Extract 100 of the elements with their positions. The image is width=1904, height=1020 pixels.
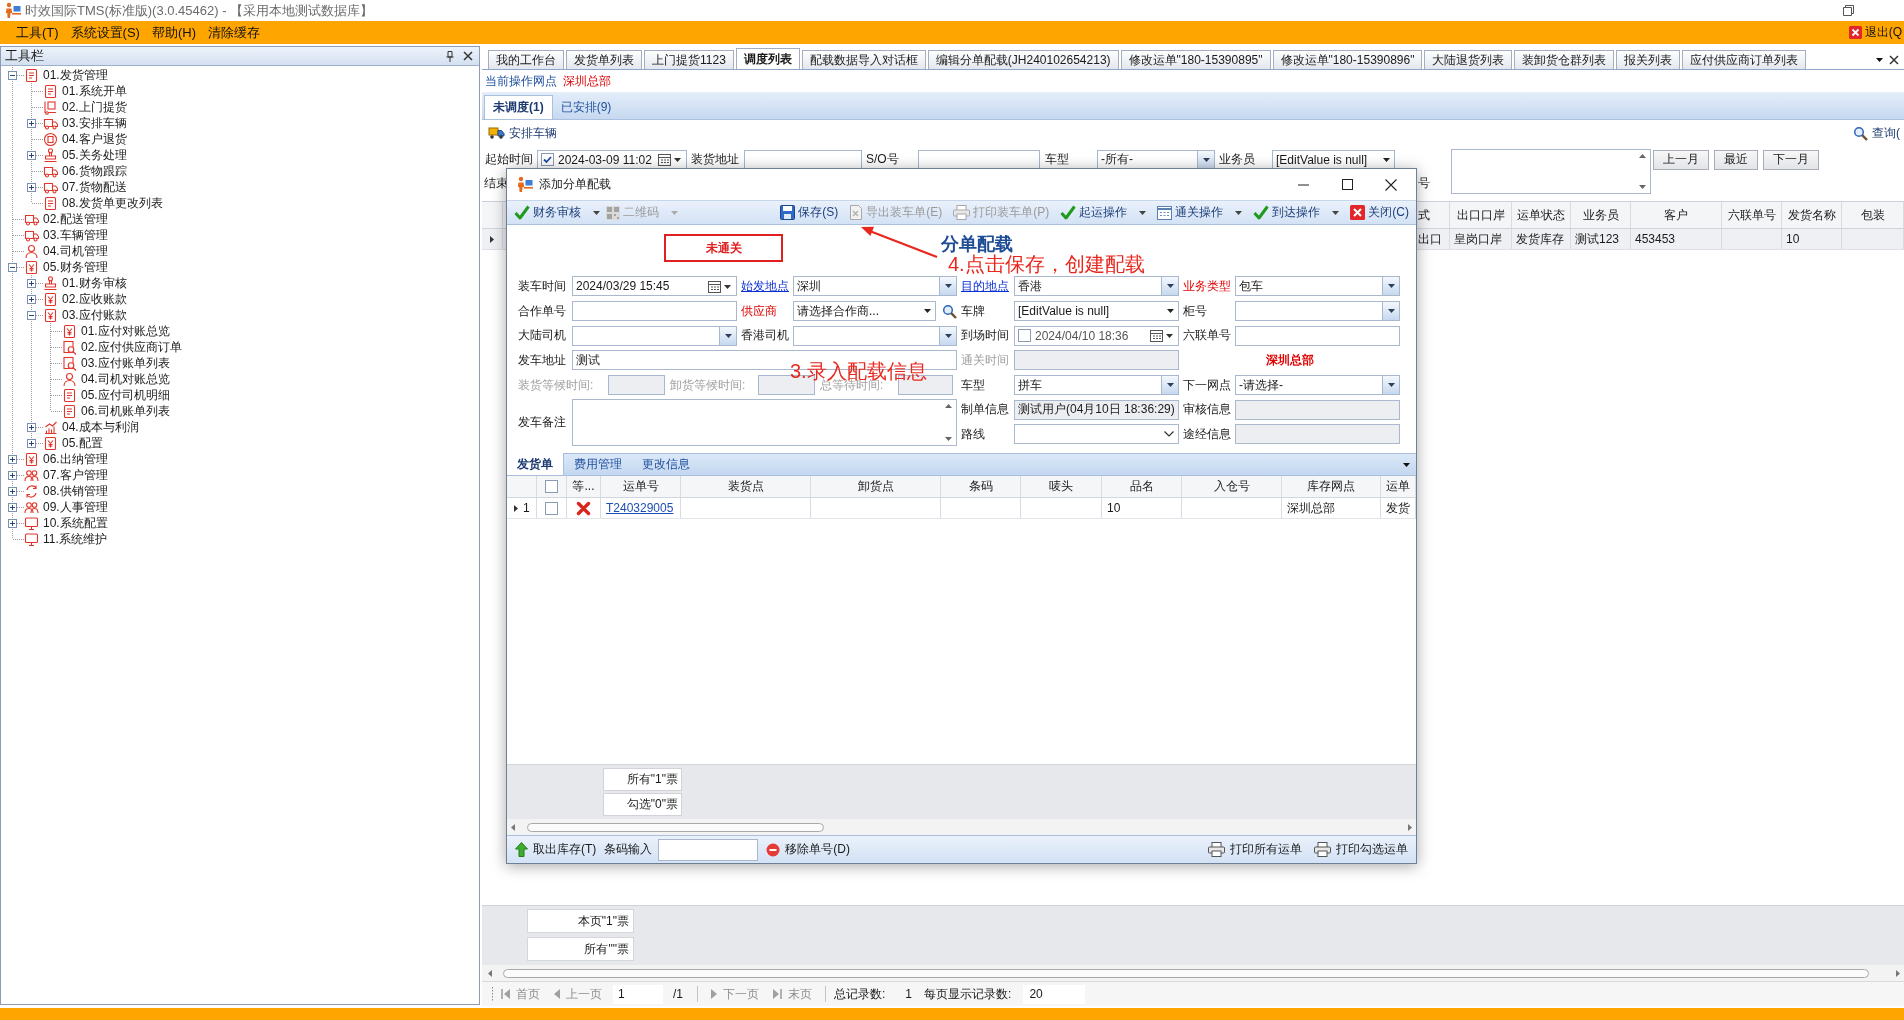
tree-item[interactable]: 09.人事管理: [43, 498, 108, 516]
tab[interactable]: 修改运单"180-15390896": [1272, 50, 1423, 69]
column-header[interactable]: 入仓号: [1182, 476, 1282, 497]
close-icon[interactable]: [463, 51, 473, 61]
expand-icon[interactable]: [8, 502, 17, 512]
memo-field[interactable]: [1451, 149, 1651, 194]
caret-icon[interactable]: [1167, 309, 1174, 314]
tree-item[interactable]: 02.配送管理: [43, 210, 108, 228]
tree-item[interactable]: 11.系统维护: [43, 530, 107, 548]
caret-icon[interactable]: [1403, 462, 1410, 467]
tree-item[interactable]: 02.应付供应商订单: [81, 338, 182, 356]
menu-item[interactable]: 帮助(H): [145, 21, 202, 44]
tree-item[interactable]: 04.成本与利润: [62, 418, 139, 436]
text-field[interactable]: [1235, 399, 1400, 420]
column-header[interactable]: 包装: [1842, 202, 1904, 228]
menu-item[interactable]: 工具(T): [10, 21, 65, 44]
expand-icon[interactable]: [27, 278, 36, 288]
expand-icon[interactable]: [8, 486, 17, 496]
close-icon[interactable]: [1889, 54, 1899, 65]
collapse-icon[interactable]: [27, 310, 36, 320]
date-field[interactable]: 2024/04/10 18:36: [1014, 325, 1179, 346]
scroll-left-icon[interactable]: [511, 823, 515, 831]
expand-icon[interactable]: [8, 470, 17, 480]
scroll-up-icon[interactable]: [1638, 154, 1646, 158]
tree-item[interactable]: 05.应付司机明细: [81, 386, 170, 404]
tab[interactable]: 调度列表: [735, 48, 800, 69]
column-header[interactable]: 卸货点: [811, 476, 941, 497]
caret-icon[interactable]: [1139, 210, 1147, 215]
tree-item[interactable]: 03.车辆管理: [43, 226, 108, 244]
tab[interactable]: 上门提货1123: [644, 50, 734, 69]
column-header[interactable]: 库存网点: [1282, 476, 1381, 497]
tab[interactable]: 发货单: [507, 453, 564, 475]
expand-icon[interactable]: [8, 454, 17, 464]
tab[interactable]: 编辑分单配载(JH240102654213): [927, 50, 1119, 69]
tab[interactable]: 大陆退货列表: [1424, 50, 1513, 69]
menu-item[interactable]: 系统设置(S): [64, 21, 146, 44]
memo-field[interactable]: [572, 398, 957, 446]
exit-button[interactable]: 退出(Q: [1844, 21, 1904, 44]
text-field[interactable]: [918, 149, 1040, 170]
column-header[interactable]: 六联单号: [1722, 202, 1782, 228]
collapse-icon[interactable]: [8, 262, 17, 272]
scroll-left-icon[interactable]: [488, 969, 492, 977]
column-header[interactable]: 条码: [941, 476, 1021, 497]
arrange-vehicle-button[interactable]: 安排车辆: [486, 122, 559, 144]
pin-icon[interactable]: [446, 50, 454, 62]
caret-icon[interactable]: [924, 309, 931, 314]
period-button[interactable]: 最近: [1714, 149, 1758, 170]
tree-item[interactable]: 05.关务处理: [62, 146, 127, 164]
dropdown-button[interactable]: [939, 326, 956, 345]
tree-item[interactable]: 03.应付账单列表: [81, 354, 170, 372]
text-field[interactable]: [1235, 325, 1400, 346]
date-field[interactable]: 2024-03-09 11:02: [537, 149, 687, 170]
period-button[interactable]: 上一月: [1653, 149, 1709, 170]
tab[interactable]: 更改信息: [632, 453, 700, 475]
tree-item[interactable]: 04.司机对账总览: [81, 370, 170, 388]
dropdown-button[interactable]: [719, 326, 736, 345]
page-field[interactable]: 1: [613, 984, 663, 1004]
column-header[interactable]: 品名: [1102, 476, 1182, 497]
field-link[interactable]: 始发地点: [737, 277, 793, 295]
combo-box[interactable]: 深圳: [793, 276, 957, 297]
tab[interactable]: 修改运单"180-15390895": [1120, 50, 1271, 69]
search-icon[interactable]: [942, 303, 957, 319]
tab[interactable]: 应付供应商订单列表: [1682, 50, 1807, 69]
action-button[interactable]: 起运操作: [1057, 201, 1150, 224]
combo-box[interactable]: [EditValue is null]: [1014, 301, 1179, 322]
expand-icon[interactable]: [27, 422, 36, 432]
caret-icon[interactable]: [1876, 57, 1883, 62]
dropdown-button[interactable]: [1382, 376, 1399, 395]
calendar-dropdown-icon[interactable]: [1150, 329, 1174, 343]
checkbox[interactable]: [541, 153, 554, 166]
maximize-icon[interactable]: [1341, 179, 1353, 190]
tab[interactable]: 配载数据导入对话框: [801, 50, 926, 69]
page-size-field[interactable]: 20: [1023, 984, 1086, 1004]
column-header[interactable]: 出口口岸: [1450, 202, 1512, 228]
expand-icon[interactable]: [27, 438, 36, 448]
combo-box[interactable]: -请选择-: [1235, 375, 1400, 396]
text-field[interactable]: 测试用户(04月10日 18:36:29): [1014, 399, 1179, 420]
tab[interactable]: 已安排(9): [552, 95, 620, 119]
text-field[interactable]: [744, 149, 862, 170]
column-header[interactable]: 业务员: [1571, 202, 1631, 228]
grip-icon[interactable]: [491, 986, 494, 1002]
tree-item[interactable]: 01.应付对账总览: [81, 322, 170, 340]
tree-item[interactable]: 07.客户管理: [43, 466, 108, 484]
combo-box[interactable]: [EditValue is null]: [1272, 149, 1395, 170]
menu-item[interactable]: 清除缓存: [202, 21, 266, 44]
expand-icon[interactable]: [8, 518, 17, 528]
tree-item[interactable]: 03.安排车辆: [62, 114, 127, 132]
column-header[interactable]: 运单: [1381, 476, 1416, 497]
scroll-right-icon[interactable]: [1408, 823, 1412, 831]
chevron-down-icon[interactable]: [1164, 431, 1174, 438]
date-field[interactable]: 2024/03/29 15:45: [572, 276, 737, 297]
text-field[interactable]: [572, 301, 737, 322]
tree-item[interactable]: 05.配置: [62, 434, 103, 452]
expand-icon[interactable]: [27, 294, 36, 304]
query-button[interactable]: 查询(: [1851, 122, 1902, 144]
tree-item[interactable]: 10.系统配置: [43, 514, 108, 532]
scroll-down-icon[interactable]: [1638, 185, 1646, 189]
combo-box[interactable]: -所有-: [1097, 149, 1215, 170]
caret-icon[interactable]: [1332, 210, 1340, 215]
column-header[interactable]: 发货名称: [1782, 202, 1842, 228]
